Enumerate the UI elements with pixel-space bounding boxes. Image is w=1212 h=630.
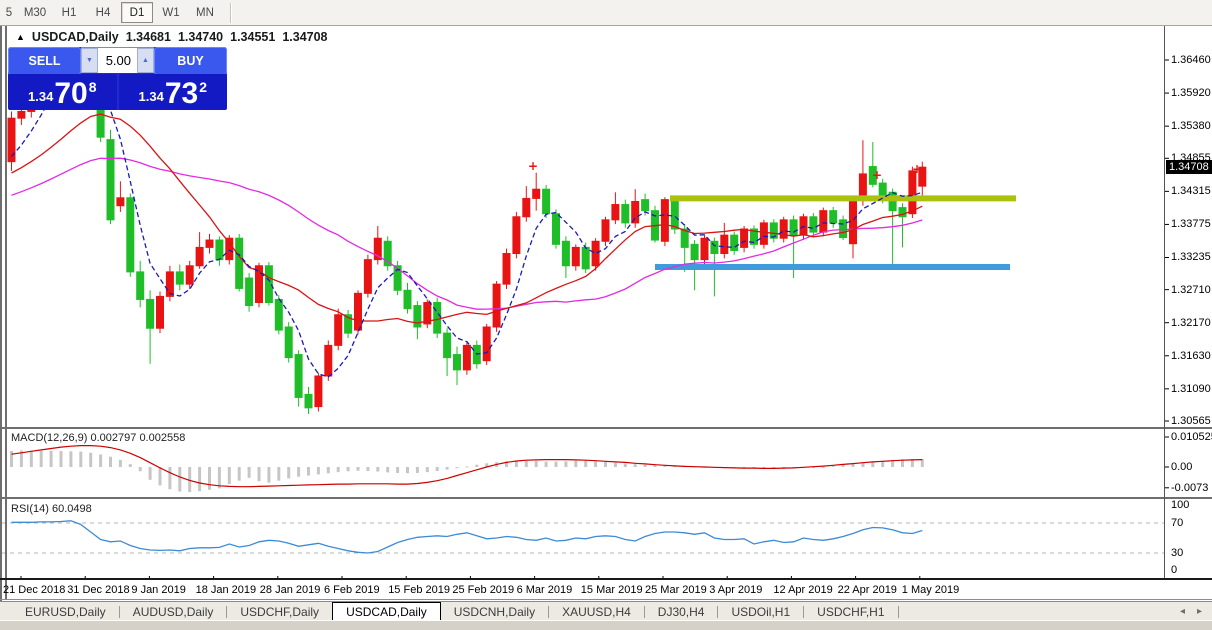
chart-tab-xauusd-h4[interactable]: XAUUSD,H4 (549, 602, 644, 621)
timeframe-button-w1[interactable]: W1 (155, 2, 187, 23)
ask-price-big-digits: 73 (164, 77, 199, 110)
macd-tick-label: 0.00 (1171, 461, 1193, 473)
chart-symbol-label: USDCAD,Daily (31, 29, 119, 44)
ask-price-prefix: 1.34 (138, 89, 164, 104)
axis-separator-vertical (1164, 26, 1165, 578)
splitter-rsi[interactable] (0, 497, 1212, 499)
date-tick-label: 15 Feb 2019 (388, 584, 450, 596)
price-tick-label: 1.35920 (1171, 87, 1211, 100)
price-tick-label: 1.32170 (1171, 316, 1211, 329)
price-tick-label: 1.33235 (1171, 251, 1211, 264)
timeframe-toolbar: 5 M30 H1 H4 D1 W1 MN (0, 0, 1212, 26)
sell-button[interactable]: SELL (8, 47, 81, 75)
volume-input[interactable]: 5.00 (98, 48, 137, 73)
bid-price-prefix: 1.34 (28, 89, 54, 104)
timeframe-button-h4[interactable]: H4 (87, 2, 119, 23)
price-tick-label: 1.30565 (1171, 415, 1211, 427)
toolbar-separator (230, 2, 232, 23)
bid-price[interactable]: 1.34 70 8 (8, 74, 117, 110)
volume-increase-button[interactable]: ▲ (137, 48, 154, 73)
chart-tab-bar: EURUSD,Daily AUDUSD,Daily USDCHF,Daily USDC… (0, 601, 1212, 621)
macd-tick-label: 0.010525 (1171, 431, 1212, 443)
date-tick-label: 25 Mar 2019 (645, 584, 707, 596)
volume-decrease-button[interactable]: ▼ (81, 48, 98, 73)
price-tick-label: 1.35380 (1171, 120, 1211, 133)
date-tick-label: 3 Apr 2019 (709, 584, 763, 596)
timeframe-button-5[interactable]: 5 (1, 2, 17, 23)
collapse-arrow-icon[interactable]: ▲ (16, 32, 25, 42)
date-tick-label: 15 Mar 2019 (580, 584, 643, 596)
volume-stepper: ▼ 5.00 ▲ (81, 47, 154, 73)
date-tick-label: 28 Jan 2019 (259, 584, 321, 596)
chart-tab-usdchf-daily[interactable]: USDCHF,Daily (227, 602, 332, 621)
timeframe-button-mn[interactable]: MN (189, 2, 221, 23)
timeframe-button-m30[interactable]: M30 (19, 2, 51, 23)
date-tick-label: 12 Apr 2019 (773, 584, 833, 596)
bid-price-pip-digit: 8 (88, 79, 97, 95)
timeframe-button-d1[interactable]: D1 (121, 2, 153, 23)
chart-tab-usdcad-daily[interactable]: USDCAD,Daily (332, 602, 441, 621)
chart-frame-left (5, 26, 7, 600)
date-axis-bottom-border (0, 599, 1212, 600)
price-tick-label: 1.31630 (1171, 349, 1211, 362)
chart-tab-usdchf-h1[interactable]: USDCHF,H1 (804, 602, 897, 621)
ask-price[interactable]: 1.34 73 2 (118, 74, 227, 110)
bid-price-big-digits: 70 (54, 77, 88, 110)
price-tick-label: 1.32710 (1171, 283, 1211, 296)
date-tick-label: 6 Mar 2019 (516, 584, 573, 596)
macd-indicator-label: MACD(12,26,9) 0.002797 0.002558 (11, 432, 186, 444)
price-tick-label: 1.31090 (1171, 382, 1211, 395)
chart-tab-dj30-h4[interactable]: DJ30,H4 (645, 602, 718, 621)
chart-title: ▲ USDCAD,Daily 1.34681 1.34740 1.34551 1… (16, 29, 328, 44)
ohlc-high: 1.34740 (177, 29, 224, 44)
ohlc-open: 1.34681 (125, 29, 171, 44)
ohlc-low: 1.34551 (230, 29, 276, 44)
one-click-trading-panel: SELL ▼ 5.00 ▲ BUY 1.34 70 8 1.34 73 2 (8, 47, 227, 110)
svg-text:+: + (872, 168, 882, 182)
rsi-tick-label: 0 (1171, 564, 1178, 576)
timeframe-button-h1[interactable]: H1 (53, 2, 85, 23)
date-tick-label: 6 Feb 2019 (324, 584, 380, 596)
price-tick-label: 1.34855 (1171, 152, 1211, 165)
chart-tab-audusd-daily[interactable]: AUDUSD,Daily (120, 602, 227, 621)
date-tick-label: 18 Jan 2019 (195, 584, 257, 596)
chart-tab-eurusd-daily[interactable]: EURUSD,Daily (12, 602, 119, 621)
svg-text:+: + (528, 159, 538, 173)
chart-tab-usdcnh-daily[interactable]: USDCNH,Daily (441, 602, 548, 621)
chart-tab-usdoil-h1[interactable]: USDOil,H1 (718, 602, 803, 621)
date-tick-label: 21 Dec 2018 (3, 584, 66, 596)
ohlc-close: 1.34708 (282, 29, 328, 44)
tab-scroll-left-icon[interactable]: ◂ (1180, 606, 1185, 617)
window-left-edge (0, 25, 2, 620)
splitter-macd[interactable] (0, 427, 1212, 429)
date-tick-label: 22 Apr 2019 (837, 584, 897, 596)
buy-button[interactable]: BUY (154, 47, 227, 75)
date-tick-label: 31 Dec 2018 (67, 584, 130, 596)
date-axis-top-border (0, 578, 1212, 580)
rsi-tick-label: 30 (1171, 547, 1184, 559)
rsi-tick-label: 70 (1171, 517, 1184, 529)
price-tick-label: 1.36460 (1171, 54, 1211, 66)
macd-tick-label: -0.0073 (1171, 481, 1209, 494)
svg-text:+: + (912, 162, 922, 176)
price-tick-label: 1.33775 (1171, 218, 1211, 231)
tab-scroll-right-icon[interactable]: ▸ (1197, 606, 1202, 617)
date-tick-label: 1 May 2019 (901, 584, 960, 596)
date-tick-label: 9 Jan 2019 (131, 584, 186, 596)
rsi-tick-label: 100 (1171, 499, 1190, 511)
price-tick-label: 1.34315 (1171, 185, 1211, 198)
ask-price-pip-digit: 2 (199, 79, 207, 95)
tab-separator (897, 605, 899, 618)
date-tick-label: 25 Feb 2019 (452, 584, 515, 596)
rsi-indicator-label: RSI(14) 60.0498 (11, 503, 92, 515)
